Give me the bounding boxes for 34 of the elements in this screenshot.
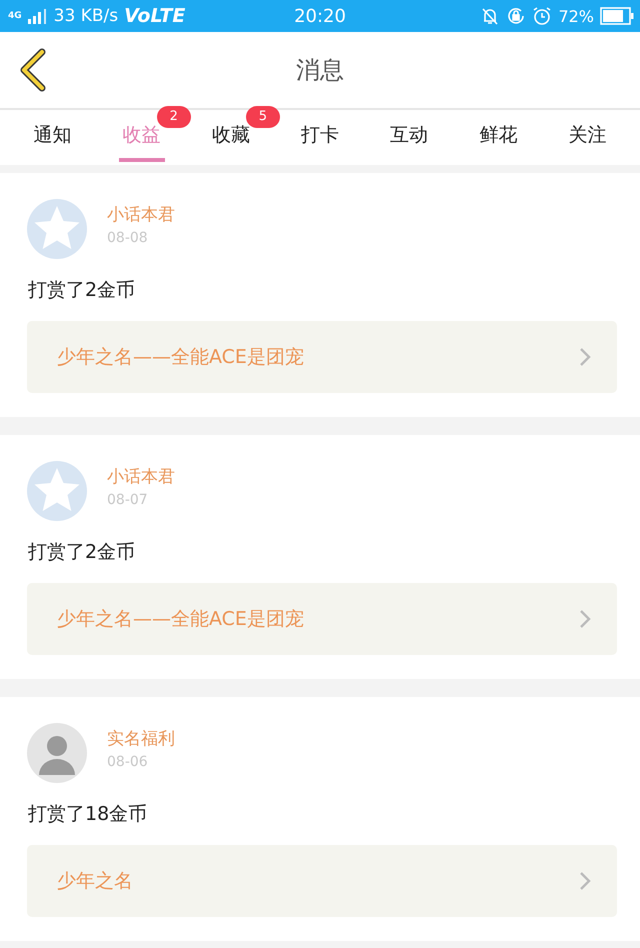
- back-icon[interactable]: [18, 48, 48, 92]
- count-badge: 2: [156, 106, 191, 128]
- story-link[interactable]: 少年之名——全能ACE是团宠: [27, 583, 617, 655]
- volte-label: VoLTE: [124, 5, 186, 27]
- sender-name[interactable]: 实名福利: [107, 726, 175, 750]
- avatar-icon: [27, 461, 87, 521]
- network-speed: 33 KB/s: [54, 6, 118, 26]
- sender-name[interactable]: 小话本君: [107, 464, 175, 488]
- chevron-right-icon: [579, 347, 591, 367]
- network-label: 4G: [8, 11, 22, 21]
- muted-bell-icon: [480, 6, 500, 26]
- count-badge: 5: [246, 106, 280, 128]
- clock: 20:20: [294, 6, 346, 26]
- chevron-right-icon: [579, 609, 591, 629]
- page-title: 消息: [296, 55, 344, 86]
- signal-icon: [28, 8, 48, 24]
- sender-name[interactable]: 小话本君: [107, 202, 175, 226]
- tab[interactable]: 鲜花: [475, 114, 522, 162]
- battery-icon: [600, 7, 634, 25]
- message-text: 打赏了18金币: [28, 802, 148, 827]
- tab[interactable]: 关注: [564, 114, 610, 162]
- story-link[interactable]: 少年之名——全能ACE是团宠: [27, 321, 617, 393]
- tab[interactable]: 互动: [386, 114, 432, 162]
- avatar-icon: [27, 723, 87, 783]
- avatar-icon: [27, 199, 87, 259]
- tab[interactable]: 打卡: [296, 114, 343, 162]
- rotation-lock-icon: [506, 6, 526, 26]
- story-link[interactable]: 少年之名: [27, 845, 617, 917]
- message-text: 打赏了2金币: [28, 278, 136, 303]
- alarm-icon: [532, 6, 552, 26]
- chevron-right-icon: [579, 871, 591, 891]
- battery-percent: 72%: [558, 6, 594, 26]
- tab[interactable]: 通知: [30, 114, 76, 162]
- message-text: 打赏了2金币: [28, 540, 136, 565]
